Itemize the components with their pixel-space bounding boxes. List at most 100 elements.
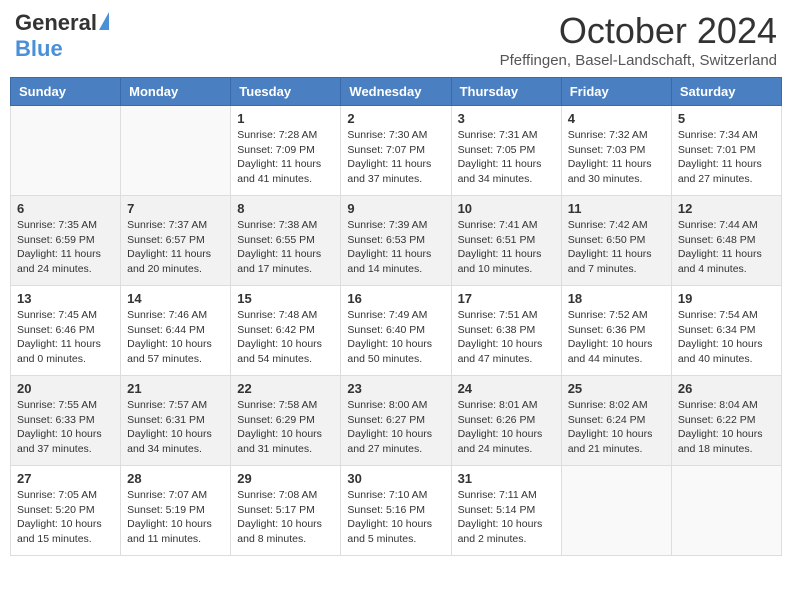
day-number: 17 [458, 291, 555, 306]
calendar-day-cell: 19 Sunrise: 7:54 AM Sunset: 6:34 PM Dayli… [671, 286, 781, 376]
calendar-day-cell: 6 Sunrise: 7:35 AM Sunset: 6:59 PM Daylig… [11, 196, 121, 286]
day-info: Sunrise: 7:54 AM Sunset: 6:34 PM Dayligh… [678, 308, 775, 367]
calendar-day-cell: 8 Sunrise: 7:38 AM Sunset: 6:55 PM Daylig… [231, 196, 341, 286]
calendar-day-cell: 21 Sunrise: 7:57 AM Sunset: 6:31 PM Dayli… [121, 376, 231, 466]
calendar-day-cell: 1 Sunrise: 7:28 AM Sunset: 7:09 PM Daylig… [231, 106, 341, 196]
day-info: Sunrise: 7:58 AM Sunset: 6:29 PM Dayligh… [237, 398, 334, 457]
calendar-day-cell: 18 Sunrise: 7:52 AM Sunset: 6:36 PM Dayli… [561, 286, 671, 376]
day-info: Sunrise: 8:04 AM Sunset: 6:22 PM Dayligh… [678, 398, 775, 457]
calendar-day-cell [561, 466, 671, 556]
day-info: Sunrise: 7:46 AM Sunset: 6:44 PM Dayligh… [127, 308, 224, 367]
day-info: Sunrise: 7:52 AM Sunset: 6:36 PM Dayligh… [568, 308, 665, 367]
calendar-day-cell [11, 106, 121, 196]
day-number: 19 [678, 291, 775, 306]
day-info: Sunrise: 8:02 AM Sunset: 6:24 PM Dayligh… [568, 398, 665, 457]
day-info: Sunrise: 7:55 AM Sunset: 6:33 PM Dayligh… [17, 398, 114, 457]
day-info: Sunrise: 7:42 AM Sunset: 6:50 PM Dayligh… [568, 218, 665, 277]
day-number: 26 [678, 381, 775, 396]
day-info: Sunrise: 7:48 AM Sunset: 6:42 PM Dayligh… [237, 308, 334, 367]
day-number: 24 [458, 381, 555, 396]
calendar-day-cell: 26 Sunrise: 8:04 AM Sunset: 6:22 PM Dayli… [671, 376, 781, 466]
day-number: 3 [458, 111, 555, 126]
calendar-day-cell: 29 Sunrise: 7:08 AM Sunset: 5:17 PM Dayli… [231, 466, 341, 556]
day-number: 13 [17, 291, 114, 306]
location-subtitle: Pfeffingen, Basel-Landschaft, Switzerlan… [500, 52, 777, 69]
day-number: 15 [237, 291, 334, 306]
day-number: 11 [568, 201, 665, 216]
calendar-day-cell: 14Sunrise: 7:46 AM Sunset: 6:44 PM Dayli… [121, 286, 231, 376]
weekday-header-sunday: Sunday [11, 78, 121, 106]
day-info: Sunrise: 7:41 AM Sunset: 6:51 PM Dayligh… [458, 218, 555, 277]
calendar-day-cell: 10 Sunrise: 7:41 AM Sunset: 6:51 PM Dayli… [451, 196, 561, 286]
calendar-day-cell: 20 Sunrise: 7:55 AM Sunset: 6:33 PM Dayli… [11, 376, 121, 466]
day-info: Sunrise: 7:28 AM Sunset: 7:09 PM Dayligh… [237, 128, 334, 187]
day-info: Sunrise: 7:11 AM Sunset: 5:14 PM Dayligh… [458, 488, 555, 547]
day-number: 21 [127, 381, 224, 396]
day-number: 23 [347, 381, 444, 396]
calendar-day-cell: 12 Sunrise: 7:44 AM Sunset: 6:48 PM Dayli… [671, 196, 781, 286]
day-info: Sunrise: 7:57 AM Sunset: 6:31 PM Dayligh… [127, 398, 224, 457]
day-info: Sunrise: 7:34 AM Sunset: 7:01 PM Dayligh… [678, 128, 775, 187]
calendar-table: SundayMondayTuesdayWednesdayThursdayFrid… [10, 77, 782, 556]
day-info: Sunrise: 7:45 AM Sunset: 6:46 PM Dayligh… [17, 308, 114, 367]
weekday-header-tuesday: Tuesday [231, 78, 341, 106]
calendar-day-cell: 27 Sunrise: 7:05 AM Sunset: 5:20 PM Dayli… [11, 466, 121, 556]
day-number: 5 [678, 111, 775, 126]
day-info: Sunrise: 7:05 AM Sunset: 5:20 PM Dayligh… [17, 488, 114, 547]
day-info: Sunrise: 7:08 AM Sunset: 5:17 PM Dayligh… [237, 488, 334, 547]
calendar-day-cell: 2 Sunrise: 7:30 AM Sunset: 7:07 PM Daylig… [341, 106, 451, 196]
day-info: Sunrise: 8:00 AM Sunset: 6:27 PM Dayligh… [347, 398, 444, 457]
calendar-day-cell [671, 466, 781, 556]
day-number: 16 [347, 291, 444, 306]
calendar-day-cell: 23 Sunrise: 8:00 AM Sunset: 6:27 PM Dayli… [341, 376, 451, 466]
calendar-day-cell: 17 Sunrise: 7:51 AM Sunset: 6:38 PM Dayli… [451, 286, 561, 376]
calendar-day-cell: 11 Sunrise: 7:42 AM Sunset: 6:50 PM Dayli… [561, 196, 671, 286]
day-info: Sunrise: 7:39 AM Sunset: 6:53 PM Dayligh… [347, 218, 444, 277]
day-number: 27 [17, 471, 114, 486]
day-number: 29 [237, 471, 334, 486]
calendar-day-cell: 5 Sunrise: 7:34 AM Sunset: 7:01 PM Daylig… [671, 106, 781, 196]
day-number: 12 [678, 201, 775, 216]
weekday-header-saturday: Saturday [671, 78, 781, 106]
day-info: Sunrise: 7:51 AM Sunset: 6:38 PM Dayligh… [458, 308, 555, 367]
weekday-header-thursday: Thursday [451, 78, 561, 106]
calendar-day-cell: 9 Sunrise: 7:39 AM Sunset: 6:53 PM Daylig… [341, 196, 451, 286]
calendar-header-row: SundayMondayTuesdayWednesdayThursdayFrid… [11, 78, 782, 106]
calendar-day-cell: 28Sunrise: 7:07 AM Sunset: 5:19 PM Dayli… [121, 466, 231, 556]
day-number: 2 [347, 111, 444, 126]
logo: General Blue [15, 10, 109, 62]
day-number: 1 [237, 111, 334, 126]
calendar-day-cell: 25Sunrise: 8:02 AM Sunset: 6:24 PM Dayli… [561, 376, 671, 466]
day-number: 10 [458, 201, 555, 216]
day-number: 9 [347, 201, 444, 216]
day-info: Sunrise: 7:38 AM Sunset: 6:55 PM Dayligh… [237, 218, 334, 277]
day-info: Sunrise: 7:44 AM Sunset: 6:48 PM Dayligh… [678, 218, 775, 277]
day-number: 22 [237, 381, 334, 396]
day-info: Sunrise: 7:10 AM Sunset: 5:16 PM Dayligh… [347, 488, 444, 547]
calendar-week-row: 13 Sunrise: 7:45 AM Sunset: 6:46 PM Dayli… [11, 286, 782, 376]
calendar-week-row: 27 Sunrise: 7:05 AM Sunset: 5:20 PM Dayli… [11, 466, 782, 556]
day-info: Sunrise: 7:35 AM Sunset: 6:59 PM Dayligh… [17, 218, 114, 277]
calendar-day-cell: 3 Sunrise: 7:31 AM Sunset: 7:05 PM Daylig… [451, 106, 561, 196]
day-number: 7 [127, 201, 224, 216]
day-info: Sunrise: 7:30 AM Sunset: 7:07 PM Dayligh… [347, 128, 444, 187]
calendar-day-cell: 7 Sunrise: 7:37 AM Sunset: 6:57 PM Daylig… [121, 196, 231, 286]
calendar-day-cell: 30Sunrise: 7:10 AM Sunset: 5:16 PM Dayli… [341, 466, 451, 556]
calendar-week-row: 20 Sunrise: 7:55 AM Sunset: 6:33 PM Dayli… [11, 376, 782, 466]
day-number: 6 [17, 201, 114, 216]
day-info: Sunrise: 7:37 AM Sunset: 6:57 PM Dayligh… [127, 218, 224, 277]
day-number: 4 [568, 111, 665, 126]
calendar-week-row: 1 Sunrise: 7:28 AM Sunset: 7:09 PM Daylig… [11, 106, 782, 196]
day-number: 8 [237, 201, 334, 216]
day-info: Sunrise: 8:01 AM Sunset: 6:26 PM Dayligh… [458, 398, 555, 457]
month-title: October 2024 [500, 10, 777, 52]
logo-blue: Blue [15, 36, 63, 62]
weekday-header-friday: Friday [561, 78, 671, 106]
day-info: Sunrise: 7:31 AM Sunset: 7:05 PM Dayligh… [458, 128, 555, 187]
page-header: General Blue October 2024 Pfeffingen, Ba… [10, 10, 782, 69]
calendar-day-cell: 16Sunrise: 7:49 AM Sunset: 6:40 PM Dayli… [341, 286, 451, 376]
calendar-day-cell: 31Sunrise: 7:11 AM Sunset: 5:14 PM Dayli… [451, 466, 561, 556]
day-info: Sunrise: 7:32 AM Sunset: 7:03 PM Dayligh… [568, 128, 665, 187]
day-number: 18 [568, 291, 665, 306]
day-number: 20 [17, 381, 114, 396]
